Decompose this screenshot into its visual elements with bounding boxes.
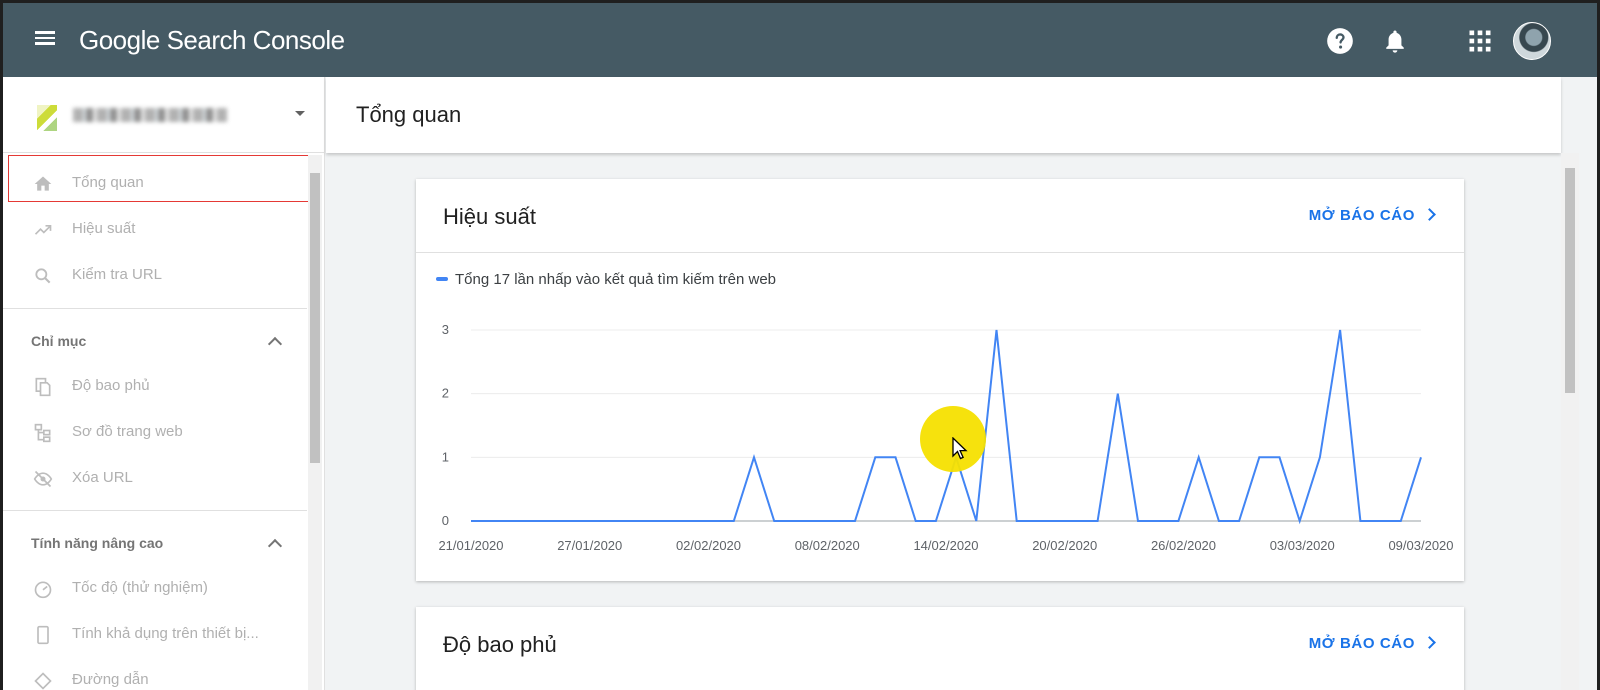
- x-tick-label: 26/02/2020: [1151, 538, 1216, 553]
- breadcrumb-icon: [34, 672, 52, 690]
- caret-down-icon[interactable]: [295, 111, 305, 116]
- sidebar-scrollbar-thumb[interactable]: [310, 173, 320, 463]
- sidebar-item-label: Hiệu suất: [72, 220, 136, 237]
- sidebar-item-label: Xóa URL: [72, 469, 133, 486]
- divider: [416, 252, 1464, 253]
- x-tick-label: 09/03/2020: [1388, 538, 1453, 553]
- main-scrollbar-thumb[interactable]: [1565, 168, 1575, 393]
- y-tick-label: 3: [442, 322, 449, 337]
- sidebar-item-sitemaps[interactable]: Sơ đồ trang web: [3, 410, 307, 456]
- property-favicon: [37, 105, 57, 131]
- y-tick-label: 1: [442, 449, 449, 464]
- speed-gauge-icon: [34, 581, 52, 599]
- open-report-button[interactable]: MỞ BÁO CÁO: [1308, 635, 1436, 652]
- section-enhancements-header[interactable]: Tính năng nâng cao: [31, 535, 163, 551]
- property-name-redacted: [73, 108, 227, 122]
- sidebar-item-url-inspection[interactable]: Kiểm tra URL: [3, 253, 307, 299]
- divider: [3, 510, 307, 511]
- open-report-label: MỞ BÁO CÁO: [1308, 635, 1415, 652]
- chevron-right-icon: [1423, 208, 1436, 221]
- sidebar-item-coverage[interactable]: Độ bao phủ: [3, 364, 307, 410]
- chevron-right-icon: [1423, 636, 1436, 649]
- app-logo[interactable]: Google Search Console: [79, 25, 345, 56]
- open-report-label: MỞ BÁO CÁO: [1308, 207, 1415, 224]
- sidebar-item-label: Tốc độ (thử nghiệm): [72, 579, 208, 596]
- sidebar-item-label: Kiểm tra URL: [72, 266, 163, 283]
- card-title: Độ bao phủ: [443, 632, 557, 657]
- avatar[interactable]: [1513, 22, 1551, 60]
- section-index-header[interactable]: Chỉ mục: [31, 333, 86, 349]
- series-line-clicks[interactable]: [471, 329, 1422, 525]
- x-tick-label: 21/01/2020: [438, 538, 503, 553]
- sidebar-item-breadcrumbs[interactable]: Đường dẫn: [3, 658, 307, 690]
- copy-pages-icon: [35, 377, 51, 397]
- x-tick-label: 20/02/2020: [1032, 538, 1097, 553]
- sidebar-item-label: Tổng quan: [72, 174, 144, 191]
- chart-legend[interactable]: Tổng 17 lần nhấp vào kết quả tìm kiếm tr…: [436, 271, 776, 288]
- sidebar: Tổng quan Hiệu suất Kiểm tra URL Chỉ mục…: [3, 77, 325, 690]
- sidebar-item-performance[interactable]: Hiệu suất: [3, 207, 307, 253]
- sidebar-item-label: Tính khả dụng trên thiết bị...: [72, 625, 259, 642]
- x-tick-label: 14/02/2020: [913, 538, 978, 553]
- coverage-card: Độ bao phủ MỞ BÁO CÁO: [416, 607, 1464, 690]
- sidebar-item-label: Sơ đồ trang web: [72, 423, 183, 440]
- sidebar-item-speed[interactable]: Tốc độ (thử nghiệm): [3, 566, 307, 612]
- app-window: Google Search Console Tổng quan Hiệu suấ…: [3, 3, 1597, 690]
- legend-label: Tổng 17 lần nhấp vào kết quả tìm kiếm tr…: [455, 271, 777, 288]
- sitemap-icon: [34, 423, 51, 443]
- chevron-up-icon[interactable]: [267, 336, 283, 352]
- sidebar-item-mobile-usability[interactable]: Tính khả dụng trên thiết bị...: [3, 612, 307, 658]
- property-selector[interactable]: [3, 77, 325, 153]
- menu-icon[interactable]: [31, 28, 59, 52]
- page-title: Tổng quan: [356, 102, 462, 127]
- chevron-up-icon[interactable]: [267, 538, 283, 554]
- apps-grid-icon[interactable]: [1466, 27, 1494, 55]
- help-icon[interactable]: [1326, 27, 1354, 55]
- y-tick-label: 0: [442, 513, 449, 528]
- smartphone-icon: [37, 625, 49, 645]
- home-icon: [34, 176, 52, 191]
- x-tick-label: 03/03/2020: [1270, 538, 1335, 553]
- open-report-button[interactable]: MỞ BÁO CÁO: [1308, 207, 1436, 224]
- performance-card: Hiệu suất MỞ BÁO CÁO Tổng 17 lần nhấp và…: [416, 179, 1464, 581]
- page-header: Tổng quan: [326, 77, 1561, 153]
- performance-chart[interactable]: 0 1 2 3 21/01/2020 27/01/2020 02/02/2020 08/02/…: [416, 309, 1464, 559]
- sidebar-item-label: Độ bao phủ: [72, 377, 150, 394]
- divider: [3, 308, 307, 309]
- sidebar-item-label: Đường dẫn: [72, 671, 149, 688]
- notifications-icon[interactable]: [1381, 27, 1409, 55]
- x-tick-label: 02/02/2020: [676, 538, 741, 553]
- card-title: Hiệu suất: [443, 204, 536, 229]
- trending-up-icon: [34, 225, 52, 235]
- eye-off-icon: [33, 470, 53, 488]
- top-app-bar: Google Search Console: [3, 3, 1597, 77]
- legend-swatch: [436, 277, 448, 282]
- sidebar-item-removals[interactable]: Xóa URL: [3, 456, 307, 502]
- x-tick-label: 08/02/2020: [795, 538, 860, 553]
- search-icon: [35, 268, 51, 284]
- x-tick-label: 27/01/2020: [557, 538, 622, 553]
- y-tick-label: 2: [442, 386, 449, 401]
- sidebar-item-overview[interactable]: Tổng quan: [3, 161, 307, 207]
